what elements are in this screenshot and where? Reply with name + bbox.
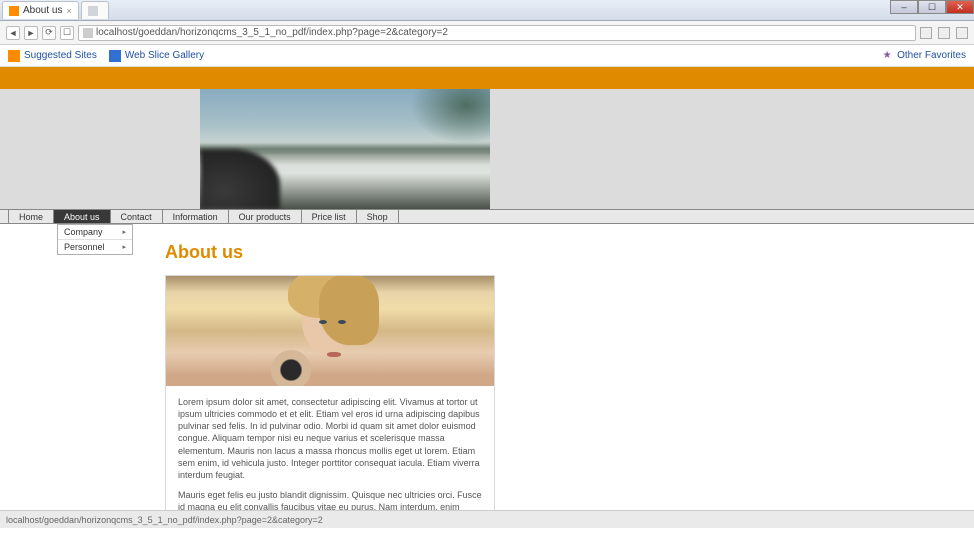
reload-button[interactable]: ⟳ — [42, 26, 56, 40]
page-icon — [83, 28, 93, 38]
bookmark-label: Other Favorites — [897, 50, 966, 61]
content-area: About us Lorem ipsum dolor sit amet, con… — [0, 224, 974, 528]
stop-button[interactable]: ☐ — [60, 26, 74, 40]
bookmark-web-slice[interactable]: Web Slice Gallery — [109, 50, 204, 62]
page-viewport: Home About us Contact Information Our pr… — [0, 67, 974, 528]
nav-contact[interactable]: Contact — [111, 210, 163, 223]
banner-image — [200, 89, 490, 209]
forward-button[interactable]: ► — [24, 26, 38, 40]
nav-about[interactable]: About us — [54, 210, 111, 223]
status-bar: localhost/goeddan/horizonqcms_3_5_1_no_p… — [0, 510, 974, 528]
browser-tab-active[interactable]: About us × — [2, 1, 79, 19]
back-button[interactable]: ◄ — [6, 26, 20, 40]
browser-tab[interactable] — [81, 1, 109, 19]
submenu-company[interactable]: Company ▸ — [58, 225, 132, 240]
bookmark-icon — [8, 50, 20, 62]
nav-price-list[interactable]: Price list — [302, 210, 357, 223]
image-detail — [260, 276, 400, 386]
site-main-nav: Home About us Contact Information Our pr… — [0, 209, 974, 224]
nav-shop[interactable]: Shop — [357, 210, 399, 223]
paragraph: Lorem ipsum dolor sit amet, consectetur … — [166, 386, 494, 481]
submenu-label: Personnel — [64, 242, 105, 252]
url-bar[interactable]: localhost/goeddan/horizonqcms_3_5_1_no_p… — [78, 25, 916, 41]
favicon-icon — [88, 6, 98, 16]
browser-navbar: ◄ ► ⟳ ☐ localhost/goeddan/horizonqcms_3_… — [0, 21, 974, 45]
close-icon[interactable]: × — [66, 6, 71, 16]
close-button[interactable]: ✕ — [946, 0, 974, 14]
content-card: Lorem ipsum dolor sit amet, consectetur … — [165, 275, 495, 528]
chevron-right-icon: ▸ — [122, 228, 126, 236]
url-text: localhost/goeddan/horizonqcms_3_5_1_no_p… — [96, 27, 448, 38]
content-image — [166, 276, 494, 386]
star-icon: ★ — [881, 50, 893, 62]
nav-home[interactable]: Home — [8, 210, 54, 223]
header-banner — [0, 89, 974, 209]
bookmark-icon — [109, 50, 121, 62]
home-icon[interactable] — [920, 27, 932, 39]
bookmark-label: Suggested Sites — [24, 50, 97, 61]
maximize-button[interactable]: ☐ — [918, 0, 946, 14]
nav-information[interactable]: Information — [163, 210, 229, 223]
favicon-icon — [9, 6, 19, 16]
submenu-personnel[interactable]: Personnel ▸ — [58, 240, 132, 254]
favorites-icon[interactable] — [938, 27, 950, 39]
bookmark-other-favorites[interactable]: ★ Other Favorites — [881, 50, 966, 62]
page-title: About us — [165, 242, 974, 263]
tools-icon[interactable] — [956, 27, 968, 39]
banner-detail — [200, 149, 280, 209]
tab-title: About us — [23, 5, 62, 16]
bookmark-bar: Suggested Sites Web Slice Gallery ★ Othe… — [0, 45, 974, 67]
chevron-right-icon: ▸ — [122, 243, 126, 251]
window-title-bar: About us × – ☐ ✕ — [0, 0, 974, 21]
header-orange-strip — [0, 67, 974, 89]
status-text: localhost/goeddan/horizonqcms_3_5_1_no_p… — [6, 515, 323, 525]
window-controls: – ☐ ✕ — [890, 0, 974, 14]
toolbar-right-icons — [920, 27, 968, 39]
bookmark-suggested-sites[interactable]: Suggested Sites — [8, 50, 97, 62]
minimize-button[interactable]: – — [890, 0, 918, 14]
submenu-label: Company — [64, 227, 103, 237]
nav-products[interactable]: Our products — [229, 210, 302, 223]
about-submenu: Company ▸ Personnel ▸ — [57, 224, 133, 255]
browser-tabs: About us × — [0, 0, 974, 20]
bookmark-label: Web Slice Gallery — [125, 50, 204, 61]
